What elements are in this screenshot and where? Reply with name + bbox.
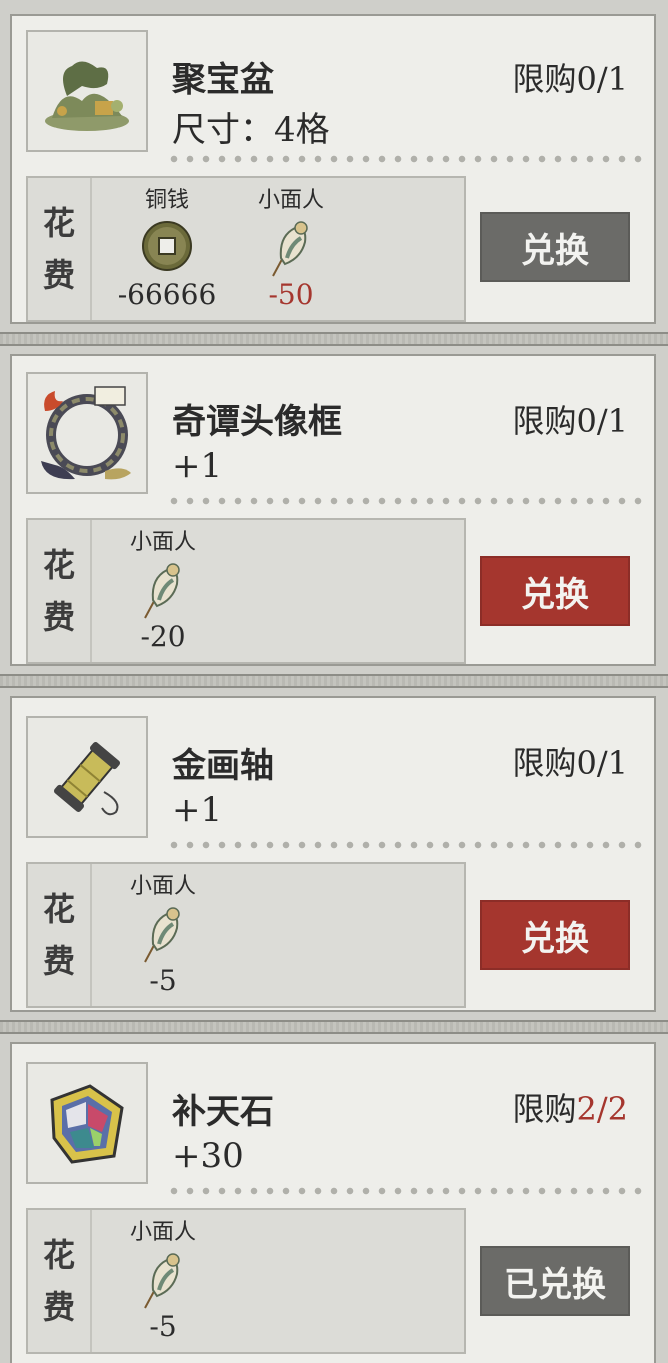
cost-label-char: 花 (42, 890, 75, 928)
exchange-button[interactable]: 兑换 (480, 556, 630, 626)
card-separator (0, 332, 668, 346)
exchanged-button[interactable]: 已兑换 (480, 1246, 630, 1316)
item-icon-frame (26, 372, 148, 494)
divider-dots (166, 154, 648, 164)
bonsai-pot-icon (45, 61, 129, 131)
divider-dots (166, 1186, 648, 1196)
copper-coin-icon (142, 221, 192, 271)
cost-item-value: -5 (149, 1310, 177, 1343)
rainbow-stone-icon (50, 1084, 124, 1164)
divider-dots (166, 840, 648, 850)
cost-item-value: -5 (149, 964, 177, 997)
purchase-limit-label: 限购 (512, 402, 577, 440)
purchase-limit: 限购2/2 (512, 1084, 628, 1130)
cost-item-dough: 小面人 -5 (108, 864, 218, 1006)
cost-item-name: 铜钱 (144, 188, 189, 213)
item-name: 补天石 (172, 1092, 274, 1132)
cost-label: 花 费 (28, 864, 92, 1006)
dough-figure-icon (272, 221, 308, 277)
cost-item-dough: 小面人 -5 (108, 1210, 218, 1352)
item-amount: +30 (172, 1136, 244, 1176)
purchase-limit-label: 限购 (512, 60, 577, 98)
purchase-limit: 限购0/1 (512, 54, 628, 100)
dough-figure-icon (144, 1253, 180, 1309)
item-amount: +1 (172, 790, 223, 830)
cost-label-char: 费 (42, 1288, 75, 1326)
cost-item-name: 小面人 (129, 874, 196, 899)
cost-panel: 花 费 小面人 -5 (26, 1208, 466, 1354)
cost-item-copper: 铜钱 -66666 (112, 178, 222, 320)
purchase-limit-count: 0/1 (576, 60, 629, 98)
divider-dots (166, 496, 648, 506)
cost-label-char: 花 (42, 204, 75, 242)
cost-item-name: 小面人 (129, 530, 196, 555)
cost-label-char: 花 (42, 1236, 75, 1274)
item-name: 金画轴 (172, 746, 274, 786)
cost-item-name: 小面人 (129, 1220, 196, 1245)
dough-figure-icon (144, 563, 180, 619)
cost-item-dough: 小面人 -20 (108, 520, 218, 662)
cost-item-value: -50 (268, 278, 314, 311)
purchase-limit: 限购0/1 (512, 738, 628, 784)
item-icon-frame (26, 30, 148, 152)
item-icon-frame (26, 716, 148, 838)
purchase-limit-label: 限购 (512, 1090, 577, 1128)
exchange-button[interactable]: 兑换 (480, 212, 630, 282)
item-name: 聚宝盆 (172, 60, 274, 100)
exchange-button[interactable]: 兑换 (480, 900, 630, 970)
purchase-limit-label: 限购 (512, 744, 577, 782)
cost-item-value: -66666 (117, 278, 217, 311)
cost-label-char: 费 (42, 598, 75, 636)
card-separator (0, 1020, 668, 1034)
cost-item-name: 小面人 (257, 188, 324, 213)
cost-item-value: -20 (140, 620, 186, 653)
cost-label: 花 费 (28, 520, 92, 662)
cost-panel: 花 费 铜钱 -66666 小面人 -50 (26, 176, 466, 322)
cost-label-char: 费 (42, 942, 75, 980)
purchase-limit-count: 0/1 (576, 744, 629, 782)
purchase-limit-count: 0/1 (576, 402, 629, 440)
cost-label: 花 费 (28, 178, 92, 320)
shop-item-card: 补天石 +30 限购2/2 花 费 小面人 -5 已兑换 (10, 1042, 656, 1363)
golden-scroll-icon (53, 742, 121, 816)
cost-item-dough: 小面人 -50 (236, 178, 346, 320)
cost-label-char: 费 (42, 256, 75, 294)
card-separator (0, 674, 668, 688)
shop-item-card: 聚宝盆 尺寸：4格 限购0/1 花 费 铜钱 -66666 小面人 -50 兑换 (10, 14, 656, 324)
cost-label: 花 费 (28, 1210, 92, 1352)
avatar-frame-icon (41, 386, 131, 480)
cost-label-char: 花 (42, 546, 75, 584)
purchase-limit: 限购0/1 (512, 396, 628, 442)
item-amount: +1 (172, 446, 223, 486)
item-icon-frame (26, 1062, 148, 1184)
item-name: 奇谭头像框 (172, 402, 342, 442)
purchase-limit-count: 2/2 (576, 1090, 629, 1128)
item-size: 尺寸：4格 (172, 110, 330, 150)
shop-item-card: 金画轴 +1 限购0/1 花 费 小面人 -5 兑换 (10, 696, 656, 1012)
cost-panel: 花 费 小面人 -20 (26, 518, 466, 664)
dough-figure-icon (144, 907, 180, 963)
shop-item-card: 奇谭头像框 +1 限购0/1 花 费 小面人 -20 兑换 (10, 354, 656, 666)
cost-panel: 花 费 小面人 -5 (26, 862, 466, 1008)
